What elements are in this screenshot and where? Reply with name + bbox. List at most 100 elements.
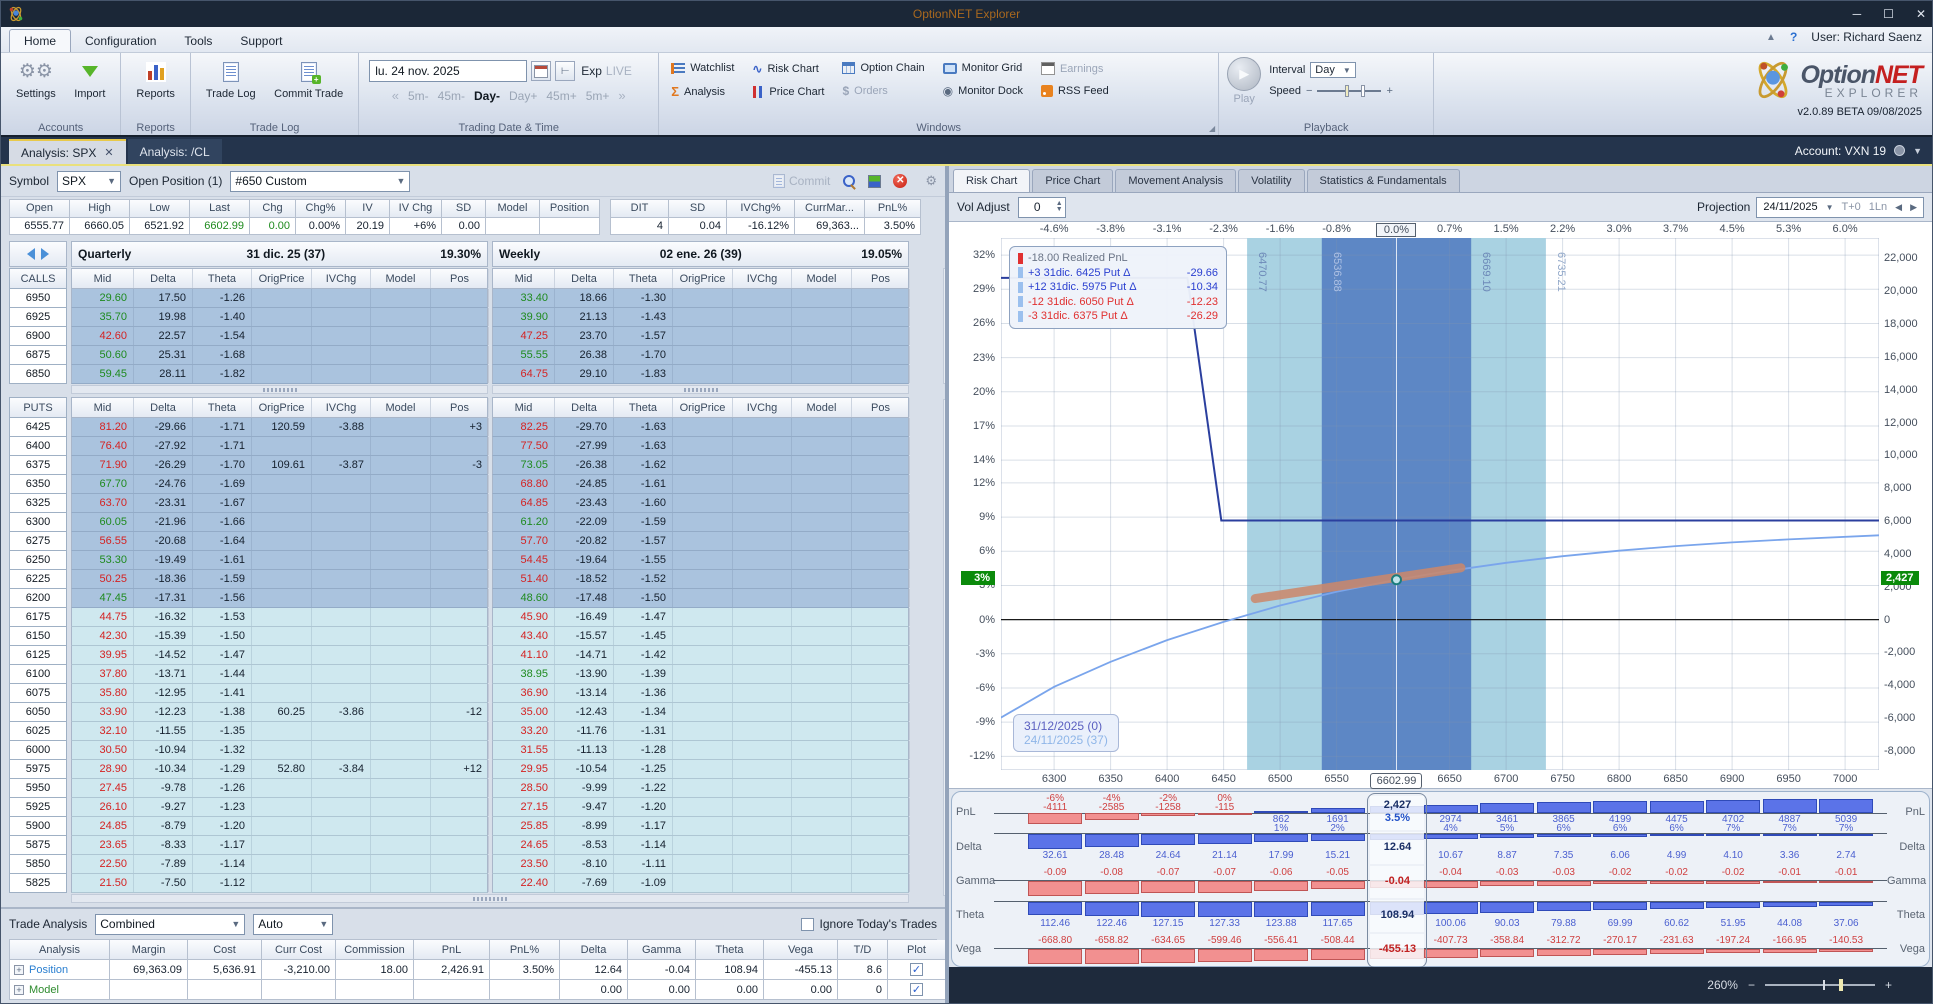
strike-cell[interactable]: 6250 xyxy=(9,551,67,570)
chain-row[interactable]: 57.70 -20.82 -1.57 xyxy=(492,532,910,551)
chain-column-header[interactable]: IVChg xyxy=(312,269,371,288)
strike-cell[interactable]: 6175 xyxy=(9,608,67,627)
tab-risk-chart[interactable]: Risk Chart xyxy=(953,169,1031,192)
analysis-button[interactable]: Σ Analysis xyxy=(667,82,738,101)
tab-movement-analysis[interactable]: Movement Analysis xyxy=(1115,169,1237,192)
monitor-dock-button[interactable]: ◉ Monitor Dock xyxy=(939,82,1027,100)
chain-column-header[interactable]: Delta xyxy=(134,398,193,417)
reports-button[interactable]: Reports xyxy=(129,57,182,102)
chain-column-header[interactable]: Mid xyxy=(493,398,555,417)
tab-analysis-spx[interactable]: Analysis: SPX ✕ xyxy=(9,139,126,164)
rss-feed-button[interactable]: RSS Feed xyxy=(1037,83,1113,99)
chain-row[interactable]: 32.10 -11.55 -1.35 xyxy=(71,722,489,741)
strike-cell[interactable]: 6275 xyxy=(9,532,67,551)
close-tab-icon[interactable]: ✕ xyxy=(104,146,113,159)
ignore-trades-checkbox[interactable] xyxy=(800,917,814,931)
chain-row[interactable]: 35.70 19.98 -1.40 xyxy=(71,308,489,327)
chain-row[interactable]: 33.20 -11.76 -1.31 xyxy=(492,722,910,741)
chain-row[interactable]: 39.95 -14.52 -1.47 xyxy=(71,646,489,665)
watchlist-button[interactable]: Watchlist xyxy=(667,60,738,76)
chain-column-header[interactable]: Pos xyxy=(431,398,489,417)
price-chart-button[interactable]: Price Chart xyxy=(748,84,828,100)
search-icon[interactable] xyxy=(842,174,856,188)
strike-cell[interactable]: 6375 xyxy=(9,456,67,475)
menu-tools[interactable]: Tools xyxy=(170,30,226,52)
zoom-in-icon[interactable]: + xyxy=(1885,978,1892,992)
chain-row[interactable]: 77.50 -27.99 -1.63 xyxy=(492,437,910,456)
proj-left-icon[interactable]: ◀ xyxy=(1895,202,1902,213)
time-step-icon[interactable]: ⊢ xyxy=(555,61,576,81)
windows-dialog-launcher-icon[interactable]: ◢ xyxy=(1209,124,1215,133)
strike-cell[interactable]: 6925 xyxy=(9,308,67,327)
chain-row[interactable]: 27.45 -9.78 -1.26 xyxy=(71,779,489,798)
strike-cell[interactable]: 6200 xyxy=(9,589,67,608)
hscrollbar[interactable] xyxy=(71,385,488,394)
zoom-slider[interactable] xyxy=(1764,979,1875,991)
chain-column-header[interactable]: IVChg xyxy=(733,269,792,288)
chain-row[interactable]: 21.50 -7.50 -1.12 xyxy=(71,874,489,893)
chain-column-header[interactable]: Theta xyxy=(193,269,252,288)
menu-support[interactable]: Support xyxy=(226,30,296,52)
chain-column-header[interactable]: OrigPrice xyxy=(252,398,312,417)
projection-control[interactable]: 24/11/2025 ▼ T+0 1Ln ◀ ▶ xyxy=(1756,196,1924,218)
chain-column-header[interactable]: Pos xyxy=(852,398,910,417)
chain-row[interactable]: 47.25 23.70 -1.57 xyxy=(492,327,910,346)
strike-cell[interactable]: 6875 xyxy=(9,346,67,365)
chain-row[interactable]: 24.85 -8.79 -1.20 xyxy=(71,817,489,836)
chain-column-header[interactable]: Theta xyxy=(614,269,673,288)
chain-row[interactable]: 42.30 -15.39 -1.50 xyxy=(71,627,489,646)
export-grid-icon[interactable] xyxy=(868,174,882,188)
weekly-header[interactable]: Weekly 02 ene. 26 (39) 19.05% xyxy=(492,241,909,267)
strike-cell[interactable]: 6150 xyxy=(9,627,67,646)
account-caret-icon[interactable]: ▼ xyxy=(1913,146,1922,156)
chain-row[interactable]: 47.45 -17.31 -1.56 xyxy=(71,589,489,608)
step-45m-minus[interactable]: 45m- xyxy=(438,89,465,103)
tab-volatility[interactable]: Volatility xyxy=(1238,169,1305,192)
step-5m-plus[interactable]: 5m+ xyxy=(586,89,610,103)
chain-row[interactable]: 50.25 -18.36 -1.59 xyxy=(71,570,489,589)
chain-row[interactable]: 43.40 -15.57 -1.45 xyxy=(492,627,910,646)
strike-cell[interactable]: 5850 xyxy=(9,855,67,874)
trade-row-label[interactable]: + Position xyxy=(10,960,110,980)
strike-cell[interactable]: 5875 xyxy=(9,836,67,855)
calendar-icon[interactable] xyxy=(531,61,552,81)
chain-row[interactable]: 29.60 17.50 -1.26 xyxy=(71,289,489,308)
tab-statistics-fundamentals[interactable]: Statistics & Fundamentals xyxy=(1306,169,1460,192)
chain-column-header[interactable]: IVChg xyxy=(312,398,371,417)
expand-icon[interactable]: + xyxy=(14,984,24,995)
chain-column-header[interactable]: OrigPrice xyxy=(673,269,733,288)
next-expiry-icon[interactable] xyxy=(41,248,55,260)
chain-column-header[interactable]: Mid xyxy=(493,269,555,288)
gear-icon[interactable]: ⚙ xyxy=(925,173,937,189)
strike-cell[interactable]: 6225 xyxy=(9,570,67,589)
chain-row[interactable]: 64.85 -23.43 -1.60 xyxy=(492,494,910,513)
chain-row[interactable]: 28.50 -9.99 -1.22 xyxy=(492,779,910,798)
chain-column-header[interactable]: Delta xyxy=(555,269,614,288)
strike-cell[interactable]: 6950 xyxy=(9,289,67,308)
maximize-icon[interactable]: ☐ xyxy=(1883,7,1894,21)
vol-adjust-spinner[interactable]: 0 ▲ ▼ xyxy=(1017,196,1066,218)
chain-column-header[interactable]: Delta xyxy=(555,398,614,417)
monitor-grid-button[interactable]: Monitor Grid xyxy=(939,60,1027,76)
trading-date-input[interactable] xyxy=(369,60,528,82)
hscrollbar[interactable] xyxy=(71,894,909,903)
strike-cell[interactable]: 6025 xyxy=(9,722,67,741)
chain-row[interactable]: 55.55 26.38 -1.70 xyxy=(492,346,910,365)
strike-cell[interactable]: 5975 xyxy=(9,760,67,779)
step-45m-plus[interactable]: 45m+ xyxy=(546,89,576,103)
symbol-select[interactable]: SPX ▼ xyxy=(57,170,122,192)
strike-cell[interactable]: 6000 xyxy=(9,741,67,760)
plot-checkbox[interactable]: ✓ xyxy=(910,963,923,976)
chain-row[interactable]: 28.90 -10.34 -1.29 52.80 -3.84 +12 xyxy=(71,760,489,779)
chain-row[interactable]: 36.90 -13.14 -1.36 xyxy=(492,684,910,703)
risk-chart-button[interactable]: ∿ Risk Chart xyxy=(748,60,828,78)
chain-row[interactable]: 33.40 18.66 -1.30 xyxy=(492,289,910,308)
strike-cell[interactable]: 6425 xyxy=(9,418,67,437)
chain-row[interactable]: 23.65 -8.33 -1.17 xyxy=(71,836,489,855)
chain-row[interactable]: 71.90 -26.29 -1.70 109.61 -3.87 -3 xyxy=(71,456,489,475)
live-label[interactable]: LIVE xyxy=(606,64,632,78)
chain-row[interactable]: 35.00 -12.43 -1.34 xyxy=(492,703,910,722)
chain-row[interactable]: 50.60 25.31 -1.68 xyxy=(71,346,489,365)
chain-column-header[interactable]: Model xyxy=(371,269,431,288)
chain-row[interactable]: 53.30 -19.49 -1.61 xyxy=(71,551,489,570)
